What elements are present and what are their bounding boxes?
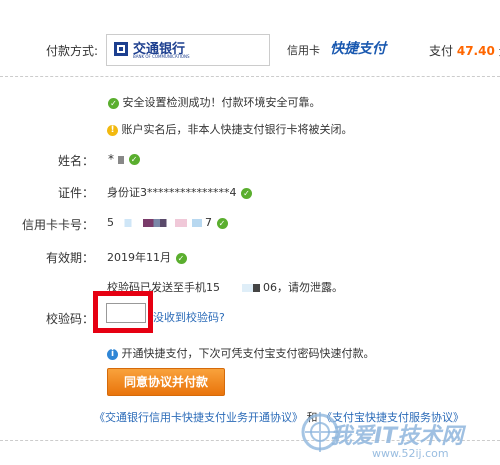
- check-icon: ✓: [108, 97, 119, 109]
- card-value: 5 7 ✓: [107, 216, 228, 229]
- expiry-check-icon: ✓: [175, 252, 187, 264]
- card-prefix: 5: [107, 216, 114, 229]
- agreement-link-bank[interactable]: 《交通银行信用卡快捷支付业务开通协议》: [94, 411, 303, 424]
- name-mask: [117, 155, 124, 164]
- amount-value: 47.40: [456, 44, 495, 58]
- id-check-icon: ✓: [241, 187, 252, 199]
- name-check-icon: ✓: [128, 154, 140, 165]
- id-text: 身份证3***************4: [107, 186, 237, 199]
- bank-logo-icon: [113, 41, 129, 57]
- realname-warning-text: 账户实名后，非本人快捷支付银行卡将被关闭。: [121, 123, 353, 136]
- not-received-link[interactable]: 没收到校验码?: [153, 309, 225, 325]
- bank-logo-box[interactable]: 交通银行 BANK OF COMMUNICATIONS: [106, 34, 270, 66]
- name-label: 姓名：: [57, 154, 94, 168]
- card-label: 信用卡卡号：: [21, 218, 94, 232]
- security-notice-text: 安全设置检测成功！付款环境安全可靠。: [122, 96, 321, 109]
- payment-method-label: 付款方式:: [45, 44, 98, 58]
- card-mask: [117, 219, 202, 227]
- phone-mask: [223, 284, 260, 292]
- expiry-text: 2019年11月: [107, 251, 171, 264]
- top-divider: [0, 76, 500, 77]
- quick-pay-logo: 快捷支付: [330, 41, 386, 57]
- name-text: *: [108, 152, 114, 166]
- card-check-icon: ✓: [216, 217, 228, 229]
- expiry-value: 2019年11月 ✓: [107, 249, 187, 265]
- code-input[interactable]: [106, 303, 146, 323]
- pay-prefix: 支付: [429, 44, 454, 58]
- warning-icon: !: [107, 124, 118, 136]
- id-value: 身份证3***************4 ✓: [107, 184, 252, 200]
- info-icon: i: [107, 348, 118, 360]
- submit-button[interactable]: 同意协议并付款: [107, 368, 225, 396]
- card-type: 信用卡: [287, 44, 320, 57]
- realname-warning: ! 账户实名后，非本人快捷支付银行卡将被关闭。: [107, 121, 353, 137]
- name-value: * ✓: [108, 152, 140, 166]
- watermark-text: 我爱IT技术网: [330, 424, 464, 449]
- info-note: i 开通快捷支付，下次可凭支付宝支付密码快速付款。: [107, 345, 375, 361]
- info-note-text: 开通快捷支付，下次可凭支付宝支付密码快速付款。: [121, 347, 375, 360]
- code-label: 校验码：: [45, 312, 94, 326]
- card-suffix: 7: [205, 216, 212, 229]
- bank-name-en: BANK OF COMMUNICATIONS: [133, 54, 190, 59]
- expiry-label: 有效期：: [45, 251, 94, 265]
- watermark-url: www.52ij.com: [372, 447, 449, 460]
- security-notice: ✓ 安全设置检测成功！付款环境安全可靠。: [107, 94, 321, 110]
- pay-amount: 支付 47.40 元: [429, 42, 500, 59]
- sms-sent-suffix: 06，请勿泄露。: [263, 281, 343, 294]
- id-label: 证件：: [57, 186, 94, 200]
